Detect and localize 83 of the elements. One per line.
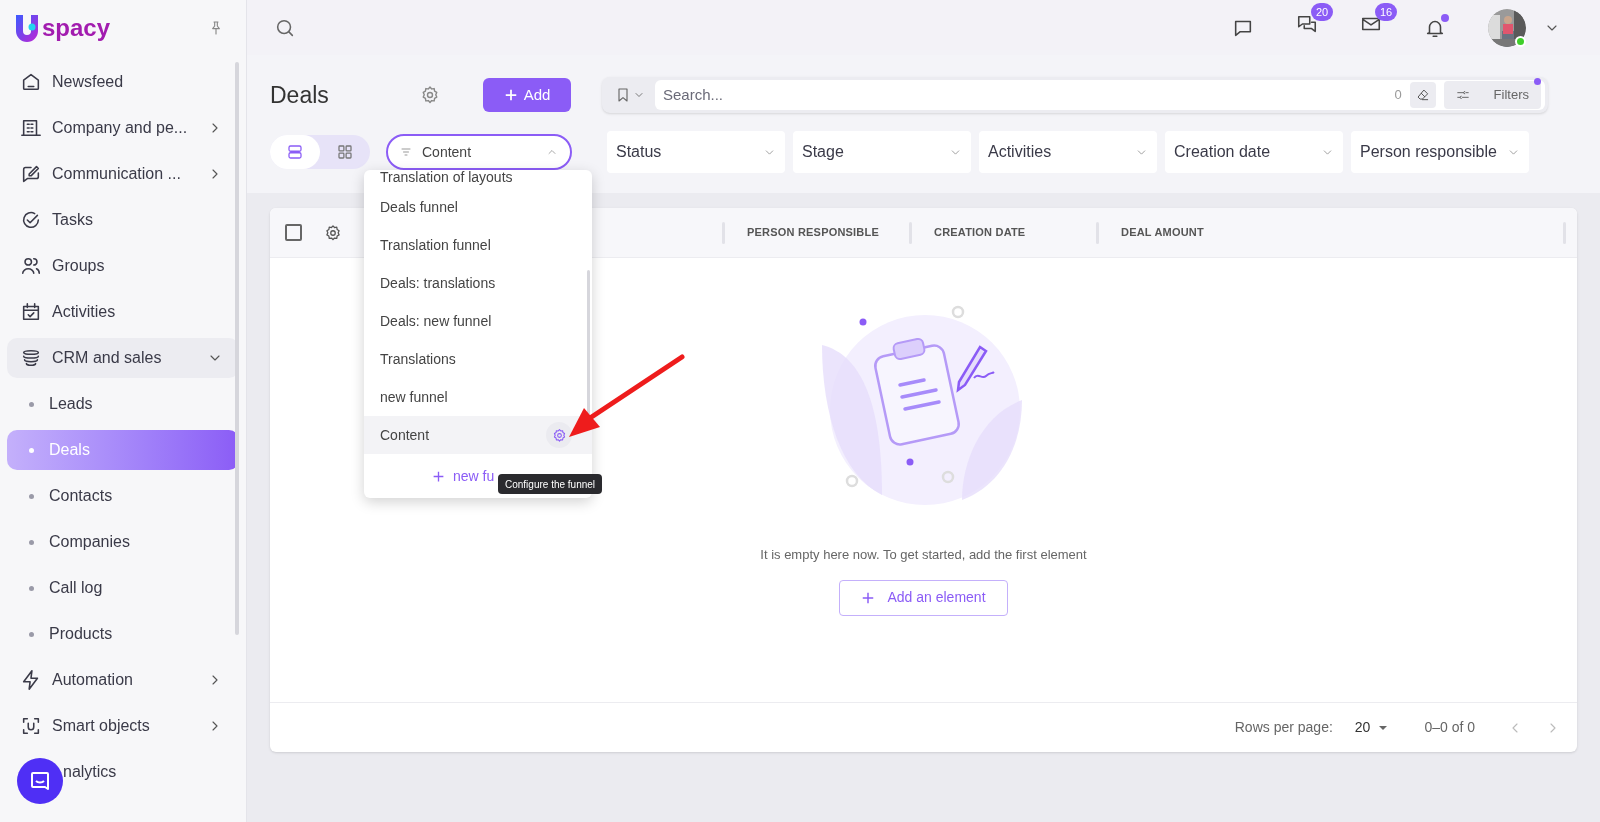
sidebar-item[interactable]: Communication ... bbox=[7, 151, 239, 197]
count-badge: 20 bbox=[1311, 3, 1334, 21]
filter-dropdown[interactable]: Activities bbox=[979, 131, 1157, 173]
result-count: 0 bbox=[1394, 86, 1402, 105]
home-icon bbox=[20, 71, 42, 93]
sidebar-subitem[interactable]: Call log bbox=[7, 568, 239, 608]
select-all-checkbox[interactable] bbox=[285, 224, 302, 241]
configure-button[interactable] bbox=[546, 422, 572, 448]
bullet-icon bbox=[29, 585, 34, 591]
messages-button[interactable] bbox=[1296, 13, 1318, 35]
rows-per-page-select[interactable]: 20 bbox=[1354, 717, 1389, 738]
plus-icon bbox=[432, 469, 445, 483]
tooltip: Configure the funnel bbox=[498, 474, 603, 494]
settings-icon bbox=[420, 85, 440, 105]
scan-frame-icon bbox=[20, 715, 42, 737]
bookmark-icon bbox=[615, 87, 631, 103]
sidebar-item[interactable]: Newsfeed bbox=[7, 59, 239, 105]
bullet-icon bbox=[29, 401, 34, 407]
logo-icon bbox=[14, 12, 40, 43]
funnel-option[interactable]: new funnel bbox=[364, 378, 592, 416]
filter-icon bbox=[400, 146, 412, 158]
notifications-button[interactable] bbox=[1424, 16, 1446, 39]
funnel-option[interactable]: Translations bbox=[364, 340, 592, 378]
sidebar-subitem[interactable]: Leads bbox=[7, 384, 239, 424]
sidebar-subitem[interactable]: Contacts bbox=[7, 476, 239, 516]
funnel-option[interactable]: Translation funnel bbox=[364, 226, 592, 264]
bullet-icon bbox=[29, 493, 34, 499]
bullet-icon bbox=[29, 447, 34, 453]
funnel-option[interactable]: Translation of layouts bbox=[364, 170, 592, 188]
chat-icon bbox=[28, 769, 52, 793]
funnel-select[interactable]: Content bbox=[386, 134, 572, 170]
bullet-icon bbox=[29, 539, 34, 545]
settings-icon bbox=[324, 223, 342, 242]
sliders-icon bbox=[1455, 88, 1470, 102]
filter-dropdown[interactable]: Person responsible bbox=[1351, 131, 1529, 173]
filter-dropdown[interactable]: Creation date bbox=[1165, 131, 1343, 173]
page-range: 0–0 of 0 bbox=[1424, 718, 1475, 737]
sidebar-subitem[interactable]: Products bbox=[7, 614, 239, 654]
plus-icon bbox=[861, 590, 876, 605]
building-icon bbox=[20, 117, 42, 139]
add-button[interactable]: Add bbox=[483, 78, 571, 112]
page-title: Deals bbox=[270, 80, 330, 110]
users-icon bbox=[20, 255, 42, 277]
eraser-icon bbox=[1415, 88, 1430, 102]
sidebar-item[interactable]: Smart objects bbox=[7, 703, 239, 749]
column-settings-button[interactable] bbox=[324, 223, 342, 242]
clear-button[interactable] bbox=[1409, 82, 1436, 108]
plus-icon bbox=[503, 88, 518, 102]
sidebar-subitem[interactable]: Companies bbox=[7, 522, 239, 562]
filters-button[interactable]: Filters bbox=[1443, 81, 1541, 109]
count-badge: 16 bbox=[1375, 3, 1398, 21]
calendar-icon bbox=[20, 301, 42, 323]
funnel-option[interactable]: Deals: new funnel bbox=[364, 302, 592, 340]
sidebar-item[interactable]: nalytics bbox=[7, 749, 239, 795]
empty-message: It is empty here now. To get started, add the first element bbox=[760, 546, 1087, 564]
rows-per-page-label: Rows per page: bbox=[1234, 718, 1333, 737]
list-view-icon bbox=[286, 143, 304, 161]
sidebar-item[interactable]: Tasks bbox=[7, 197, 239, 243]
funnel-option[interactable]: Content bbox=[364, 416, 592, 454]
settings-button[interactable] bbox=[420, 85, 440, 105]
sidebar-item[interactable]: Automation bbox=[7, 657, 239, 703]
funnel-option[interactable]: Deals funnel bbox=[364, 188, 592, 226]
settings-icon bbox=[551, 427, 567, 443]
database-icon bbox=[20, 347, 42, 369]
grid-view-icon bbox=[336, 143, 354, 161]
sidebar-item[interactable]: Groups bbox=[7, 243, 239, 289]
logo-text: spacy bbox=[42, 15, 111, 40]
bullet-icon bbox=[29, 631, 34, 637]
bubbles-icon bbox=[1296, 13, 1318, 35]
view-tab[interactable] bbox=[270, 135, 320, 169]
funnel-option[interactable]: Deals: translations bbox=[364, 264, 592, 302]
filter-dropdown[interactable]: Stage bbox=[793, 131, 971, 173]
search-field[interactable]: Search... 0 Filters bbox=[655, 80, 1545, 110]
column-header[interactable]: DEAL AMOUNT bbox=[1121, 224, 1283, 241]
new-funnel-button[interactable]: new fu bbox=[432, 465, 495, 487]
filter-dropdown[interactable]: Status bbox=[607, 131, 785, 173]
sidebar-item[interactable]: Activities bbox=[7, 289, 239, 335]
sidebar-item[interactable]: Company and pe... bbox=[7, 105, 239, 151]
column-header[interactable]: PERSON RESPONSIBLE bbox=[747, 224, 909, 241]
add-element-button[interactable]: Add an element bbox=[839, 579, 1008, 616]
chat-pen-icon bbox=[20, 163, 42, 185]
column-header[interactable]: CREATION DATE bbox=[934, 224, 1096, 241]
chat-button[interactable] bbox=[17, 758, 63, 804]
